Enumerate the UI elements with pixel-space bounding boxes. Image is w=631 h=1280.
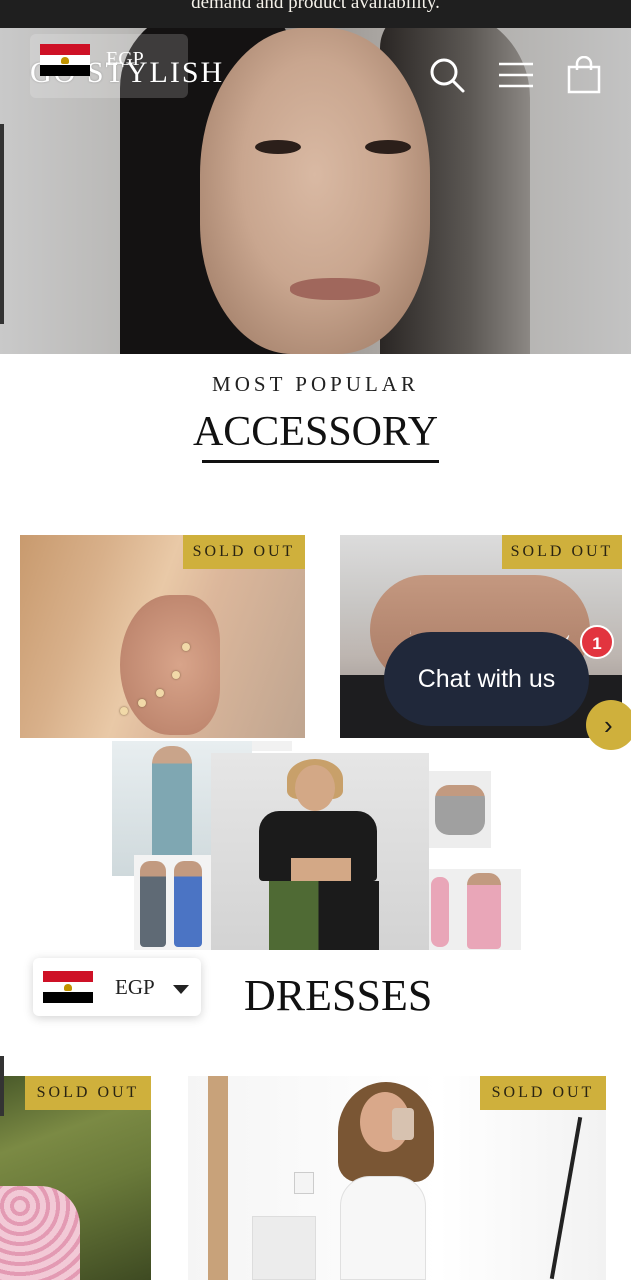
announcement-bar: demand and product availability. <box>0 0 631 28</box>
announcement-text: demand and product availability. <box>191 0 440 13</box>
collection-image-pajamas-pink[interactable] <box>429 869 521 950</box>
sold-out-badge: SOLD OUT <box>183 535 305 569</box>
side-edge-tab <box>0 1056 4 1116</box>
menu-icon[interactable] <box>497 56 535 94</box>
egypt-flag-icon <box>40 44 90 77</box>
product-card-ear-cuff[interactable]: SOLD OUT <box>20 535 305 738</box>
section-title-underline <box>202 460 439 463</box>
section-title-accessory[interactable]: ACCESSORY <box>0 408 631 456</box>
shopping-bag-icon[interactable] <box>566 56 602 94</box>
product-card-dress-white[interactable]: SOLD OUT <box>188 1076 606 1280</box>
search-icon[interactable] <box>428 56 466 94</box>
egypt-flag-icon <box>43 971 93 1004</box>
currency-code: EGP <box>115 975 155 999</box>
section-title-dresses[interactable]: DRESSES <box>244 970 432 1021</box>
section-eyebrow: MOST POPULAR <box>212 372 419 396</box>
collection-image-activewear-pair[interactable] <box>134 855 212 950</box>
collection-image-spacer <box>252 741 292 751</box>
currency-code: EGP <box>106 48 144 70</box>
caret-down-icon <box>173 985 189 994</box>
sold-out-badge: SOLD OUT <box>502 535 622 569</box>
chevron-right-icon[interactable]: › <box>586 700 631 750</box>
header-currency-selector[interactable]: EGP <box>30 34 188 98</box>
collection-image-loungewear-grey[interactable] <box>429 771 491 848</box>
floating-currency-selector[interactable]: EGP <box>33 958 201 1016</box>
chat-unread-badge: 1 <box>580 625 614 659</box>
sold-out-badge: SOLD OUT <box>480 1076 606 1110</box>
collection-image-activewear-main[interactable] <box>211 753 429 950</box>
sold-out-badge: SOLD OUT <box>25 1076 151 1110</box>
chat-with-us-button[interactable]: Chat with us <box>384 632 589 726</box>
product-card-dress-floral[interactable]: SOLD OUT <box>0 1076 151 1280</box>
side-edge-tab <box>0 124 4 324</box>
